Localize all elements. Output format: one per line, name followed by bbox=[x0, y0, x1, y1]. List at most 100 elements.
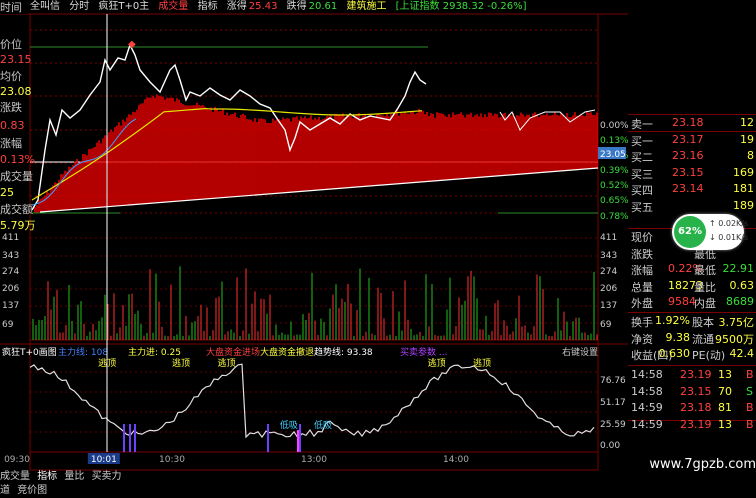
orderbook-row: 买四 23.14 181 bbox=[628, 182, 756, 197]
tick-row: 14:58 23.19 13 B bbox=[628, 368, 756, 383]
stat-value: 8689 bbox=[726, 295, 754, 308]
price-label: 价位 bbox=[0, 38, 22, 51]
time-label: 时间 bbox=[0, 1, 28, 14]
tab-bottom-volratio[interactable]: 量比 bbox=[64, 471, 84, 482]
tick-volume: 70 bbox=[718, 384, 732, 398]
net-speed-widget[interactable]: 62% ↑ 0.02K/s ↓ 0.01K/s bbox=[672, 214, 748, 250]
tick-side: S bbox=[746, 384, 753, 398]
volume-axis-right-label: 137 bbox=[600, 301, 617, 311]
fund-label: PE(动) bbox=[692, 349, 726, 362]
order-volume: 19 bbox=[740, 132, 754, 146]
price-axis-right-label: 0.78% bbox=[600, 212, 629, 222]
order-price: 23.15 bbox=[672, 165, 704, 179]
fund-value: 42.4 bbox=[729, 347, 755, 360]
order-volume: 8 bbox=[747, 149, 754, 162]
order-price: 23.16 bbox=[672, 149, 704, 162]
price-axis-right-label: 0.65% bbox=[600, 196, 629, 206]
order-label: 买二 bbox=[631, 151, 653, 164]
fund-label: 股本 bbox=[692, 316, 714, 329]
amount-value: 5.79万 bbox=[0, 219, 36, 232]
tick-volume: 81 bbox=[718, 401, 732, 414]
stat-label: 涨跌 bbox=[631, 247, 653, 261]
tab-bottom-indicator[interactable]: 指标 bbox=[37, 471, 57, 482]
orderbook-row: 买五 189 bbox=[628, 199, 756, 214]
index-info: [上证指数 2938.32 -0.26%] bbox=[395, 1, 527, 12]
orderbook-row: 买二 23.16 8 bbox=[628, 149, 756, 164]
order-label: 买五 bbox=[631, 200, 653, 214]
time-axis-label: 09:30 bbox=[4, 455, 30, 465]
indicator-item-1: 主力进: 0.25 bbox=[128, 346, 181, 358]
top-bar: 全叫信 分时 疯狂T+0主 成交量 指标 涨得 25.43 跌得 20.61 建筑施… bbox=[30, 0, 630, 14]
tick-side: B bbox=[746, 417, 754, 431]
tick-row: 14:58 23.15 70 S bbox=[628, 385, 756, 400]
stat-label: 总量 bbox=[631, 280, 653, 294]
volume-axis-right-label: 343 bbox=[600, 251, 617, 261]
stat-label: 涨幅 bbox=[631, 264, 653, 277]
fund-value: 0.630 bbox=[658, 347, 691, 360]
indicator-item-4: 趋势线: 93.38 bbox=[314, 346, 373, 358]
tick-side: B bbox=[746, 401, 754, 414]
price-value: 23.15 bbox=[0, 53, 32, 66]
stat-label: 现价 bbox=[631, 231, 653, 244]
fund-value: 9.38 bbox=[665, 330, 691, 344]
volume-value: 25 bbox=[0, 186, 14, 199]
price-axis-right-label: 0.13% bbox=[600, 136, 629, 146]
fall-value: 20.61 bbox=[308, 1, 338, 12]
tab-indicator[interactable]: 指标 bbox=[198, 1, 218, 12]
panel-separator bbox=[628, 365, 756, 366]
order-volume: 181 bbox=[733, 182, 754, 195]
stat-label: 最低 bbox=[694, 264, 716, 277]
tab-volume[interactable]: 成交量 bbox=[158, 1, 188, 12]
tab-quanxin[interactable]: 全叫信 bbox=[30, 1, 60, 12]
indicator-axis-label: 76.76 bbox=[600, 376, 626, 386]
time-axis-label: 14:00 bbox=[443, 455, 469, 465]
sector-name[interactable]: 建筑施工 bbox=[346, 1, 386, 12]
tab-fenshi[interactable]: 分时 bbox=[69, 1, 89, 12]
indicator-name: 疯狂T+0画图 bbox=[2, 346, 57, 358]
tick-time: 14:58 bbox=[631, 368, 663, 381]
price-axis-right-label: 0.39% bbox=[600, 166, 629, 176]
watermark: www.7gpzb.com bbox=[649, 457, 756, 472]
change-pct-label: 涨幅 bbox=[0, 137, 22, 150]
tick-price: 23.15 bbox=[680, 384, 712, 398]
stat-row: 外盘 9584 内盘 8689 bbox=[628, 295, 756, 310]
orderbook-row: 买一 23.17 19 bbox=[628, 133, 756, 148]
tick-volume: 13 bbox=[718, 417, 732, 431]
time-axis-label: 13:00 bbox=[301, 455, 327, 465]
order-label: 买四 bbox=[631, 184, 653, 197]
tick-time: 14:59 bbox=[631, 417, 663, 431]
indicator-settings[interactable]: 右键设置 bbox=[562, 346, 598, 358]
download-speed: ↓ 0.01K/s bbox=[709, 233, 749, 242]
tick-volume: 13 bbox=[718, 368, 732, 381]
volume-axis-right-label: 206 bbox=[600, 284, 617, 294]
order-price: 23.17 bbox=[672, 132, 704, 146]
volume-axis-left-label: 137 bbox=[2, 301, 19, 311]
volume-axis-right-label: 274 bbox=[600, 267, 617, 277]
indicator-item-0: 主力线: 108 bbox=[58, 346, 108, 358]
order-volume: 12 bbox=[740, 116, 754, 129]
tab-t0[interactable]: 疯狂T+0主 bbox=[98, 1, 149, 12]
volume-label: 成交量 bbox=[0, 170, 33, 183]
fundamental-row: 净资 9.38 流通 9500万 bbox=[628, 331, 756, 346]
volume-axis-left-label: 206 bbox=[2, 284, 19, 294]
indicator-axis-label: 51.17 bbox=[600, 398, 626, 408]
indicator-marker-1: 逃顶 bbox=[172, 357, 190, 369]
fund-value: 1.92% bbox=[655, 314, 690, 327]
price-axis-right-label: 0.00% bbox=[600, 121, 629, 131]
change-label: 涨跌 bbox=[0, 101, 22, 114]
time-axis-label: 10:30 bbox=[159, 455, 185, 465]
stat-label: 内盘 bbox=[694, 297, 716, 310]
tick-row: 14:59 23.18 81 B bbox=[628, 401, 756, 416]
rise-value: 25.43 bbox=[248, 1, 278, 12]
indicator-marker-2: 逃顶 bbox=[217, 357, 235, 369]
bottom-tabs: 成交量 指标 量比 买卖力道 竞价图 bbox=[0, 470, 128, 496]
order-price: 23.14 bbox=[672, 182, 704, 195]
stat-value: 0.63 bbox=[729, 278, 755, 292]
price-axis-right-label: 0.52% bbox=[600, 181, 629, 191]
indicator-item-2: 大盘资金进场 bbox=[206, 346, 260, 358]
tab-bottom-volume[interactable]: 成交量 bbox=[0, 471, 30, 482]
indicator-item-3: 大盘资金撤退 bbox=[260, 346, 314, 358]
orderbook-row: 买三 23.15 169 bbox=[628, 166, 756, 181]
avg-label: 均价 bbox=[0, 70, 22, 83]
volume-axis-right-label: 69 bbox=[600, 320, 612, 330]
